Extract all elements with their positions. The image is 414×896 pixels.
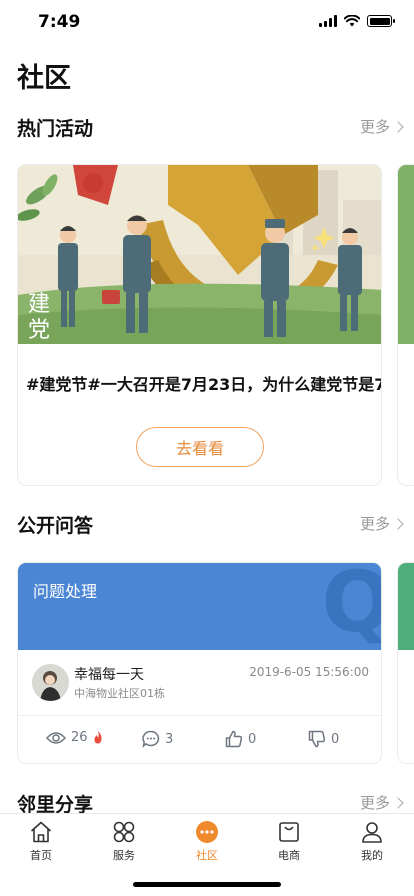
- shop-icon: [279, 822, 299, 842]
- tab-services[interactable]: 服务: [94, 820, 154, 863]
- hot-activities-more-link[interactable]: 更多: [359, 116, 404, 137]
- battery-icon: [367, 15, 395, 27]
- views-stat: 26: [46, 730, 103, 745]
- community-icon: [196, 821, 218, 843]
- chevron-right-icon: [392, 120, 404, 133]
- public-qa-more-link[interactable]: 更多: [359, 513, 404, 534]
- more-label: 更多: [359, 794, 390, 812]
- services-icon: [113, 821, 135, 843]
- chevron-right-icon: [392, 796, 404, 809]
- thumbs-down-icon: [308, 730, 326, 748]
- comment-icon: [142, 730, 160, 748]
- eye-icon: [46, 731, 66, 744]
- public-qa-title: 公开问答: [17, 515, 94, 537]
- fire-icon: [94, 731, 102, 744]
- tab-shop-label: 电商: [278, 849, 300, 862]
- avatar[interactable]: [32, 664, 69, 701]
- page-title: 社区: [17, 63, 71, 94]
- comments-stat[interactable]: 3: [142, 730, 173, 748]
- activity-title: #建党节#一大召开是7月23日，为什么建党节是7月1日: [26, 375, 381, 394]
- tab-home[interactable]: 首页: [11, 820, 71, 863]
- qa-author-row: 幸福每一天 中海物业社区01栋 2019-6-05 15:56:00: [18, 650, 381, 714]
- author-community: 中海物业社区01栋: [74, 687, 165, 700]
- neighbor-share-more-link[interactable]: 更多: [359, 792, 404, 813]
- home-indicator: [133, 882, 281, 887]
- tab-home-label: 首页: [30, 849, 52, 862]
- tab-community[interactable]: 社区: [177, 820, 237, 863]
- tab-community-label: 社区: [196, 849, 218, 862]
- hot-activities-header: 热门活动 更多: [17, 114, 404, 144]
- likes-stat[interactable]: 0: [225, 730, 256, 748]
- profile-icon: [362, 822, 382, 843]
- activity-card[interactable]: 建 党 #建党节#一大召开是7月23日，为什么建党节是7月1日 去看看: [17, 164, 382, 486]
- hot-activities-title: 热门活动: [17, 118, 94, 140]
- more-label: 更多: [359, 118, 390, 136]
- chevron-right-icon: [392, 517, 404, 530]
- tab-profile[interactable]: 我的: [342, 820, 402, 863]
- more-label: 更多: [359, 515, 390, 533]
- likes-count: 0: [248, 731, 257, 747]
- wifi-icon: [344, 15, 360, 27]
- home-icon: [30, 821, 52, 843]
- next-activity-card-peek[interactable]: [397, 164, 414, 486]
- dislikes-stat[interactable]: 0: [308, 730, 339, 748]
- cellular-signal-icon: [319, 15, 337, 27]
- qa-stats-row: 26 3 0 0: [18, 715, 381, 763]
- qa-card[interactable]: 问题处理 Q 幸福每一天 中海物业社区01栋 2019-6-05 15:56:0…: [17, 562, 382, 764]
- dislikes-count: 0: [331, 731, 340, 747]
- author-name: 幸福每一天: [74, 667, 144, 683]
- illustration-caption: 建: [28, 292, 50, 317]
- status-bar: 7:49: [0, 0, 414, 44]
- illustration-caption-2: 党: [28, 318, 50, 343]
- go-see-button[interactable]: 去看看: [136, 427, 264, 467]
- tab-services-label: 服务: [113, 849, 135, 862]
- status-icons: [319, 15, 395, 27]
- comments-count: 3: [165, 731, 174, 747]
- qa-banner: 问题处理 Q: [18, 563, 381, 650]
- public-qa-header: 公开问答 更多: [17, 511, 404, 541]
- status-time: 7:49: [38, 12, 81, 32]
- post-timestamp: 2019-6-05 15:56:00: [249, 665, 369, 679]
- q-watermark-icon: Q: [322, 563, 381, 650]
- qa-banner-title: 问题处理: [33, 582, 98, 601]
- tab-shop[interactable]: 电商: [259, 820, 319, 863]
- next-qa-card-peek[interactable]: [397, 562, 414, 764]
- views-count: 26: [71, 730, 88, 745]
- thumbs-up-icon: [225, 730, 243, 748]
- activity-illustration: 建 党: [18, 165, 381, 344]
- tab-profile-label: 我的: [361, 849, 383, 862]
